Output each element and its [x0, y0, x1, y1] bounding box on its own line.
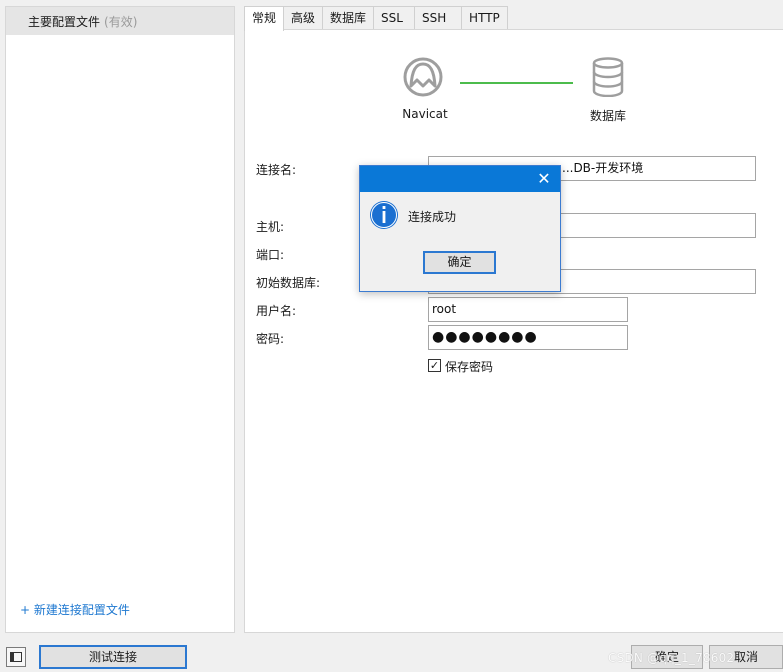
initial-database-label: 初始数据库:: [256, 276, 321, 290]
username-input[interactable]: root: [428, 297, 628, 322]
tab-advanced[interactable]: 高级: [283, 6, 324, 29]
dialog-ok-button[interactable]: 确定: [423, 251, 496, 274]
dialog-title-bar: ✕: [360, 166, 560, 192]
password-input[interactable]: ●●●●●●●●: [428, 325, 628, 350]
sidebar-toggle-icon: [10, 652, 22, 662]
profile-status: (有效): [104, 14, 138, 29]
test-connection-button[interactable]: 测试连接: [39, 645, 187, 669]
port-label: 端口:: [256, 248, 285, 262]
tab-http[interactable]: HTTP: [461, 6, 508, 29]
tab-bar: 常规 高级 数据库 SSL SSH HTTP: [244, 6, 508, 31]
connection-name-label: 连接名:: [256, 163, 297, 177]
new-profile-link[interactable]: + 新建连接配置文件: [20, 601, 130, 618]
username-label: 用户名:: [256, 304, 297, 318]
checkmark-icon: ✓: [429, 359, 440, 372]
save-password-checkbox[interactable]: ✓: [428, 359, 441, 372]
success-dialog: ✕ 连接成功 确定: [359, 165, 561, 292]
database-label: 数据库: [589, 109, 626, 123]
connection-name-value: ...DB-开发环境: [562, 161, 644, 175]
tab-ssh[interactable]: SSH: [414, 6, 463, 29]
navicat-icon: [403, 57, 443, 97]
database-icon: [592, 57, 624, 97]
close-icon[interactable]: ✕: [534, 169, 554, 189]
save-password-label: 保存密码: [445, 360, 494, 374]
connection-line: [460, 82, 573, 84]
watermark: CSDN @qq_1_78602: [608, 651, 735, 665]
tab-ssl[interactable]: SSL: [373, 6, 416, 29]
tab-database[interactable]: 数据库: [322, 6, 375, 29]
tab-general[interactable]: 常规: [244, 6, 285, 31]
profile-name: 主要配置文件: [28, 14, 101, 29]
host-label: 主机:: [256, 220, 285, 234]
navicat-label: Navicat: [402, 107, 448, 121]
dialog-message: 连接成功: [408, 210, 457, 224]
info-icon: [370, 201, 398, 229]
profile-panel: 主要配置文件 (有效): [5, 6, 235, 633]
password-label: 密码:: [256, 332, 285, 346]
panel-toggle-button[interactable]: [6, 647, 26, 667]
profile-item-main[interactable]: 主要配置文件 (有效): [6, 7, 234, 35]
